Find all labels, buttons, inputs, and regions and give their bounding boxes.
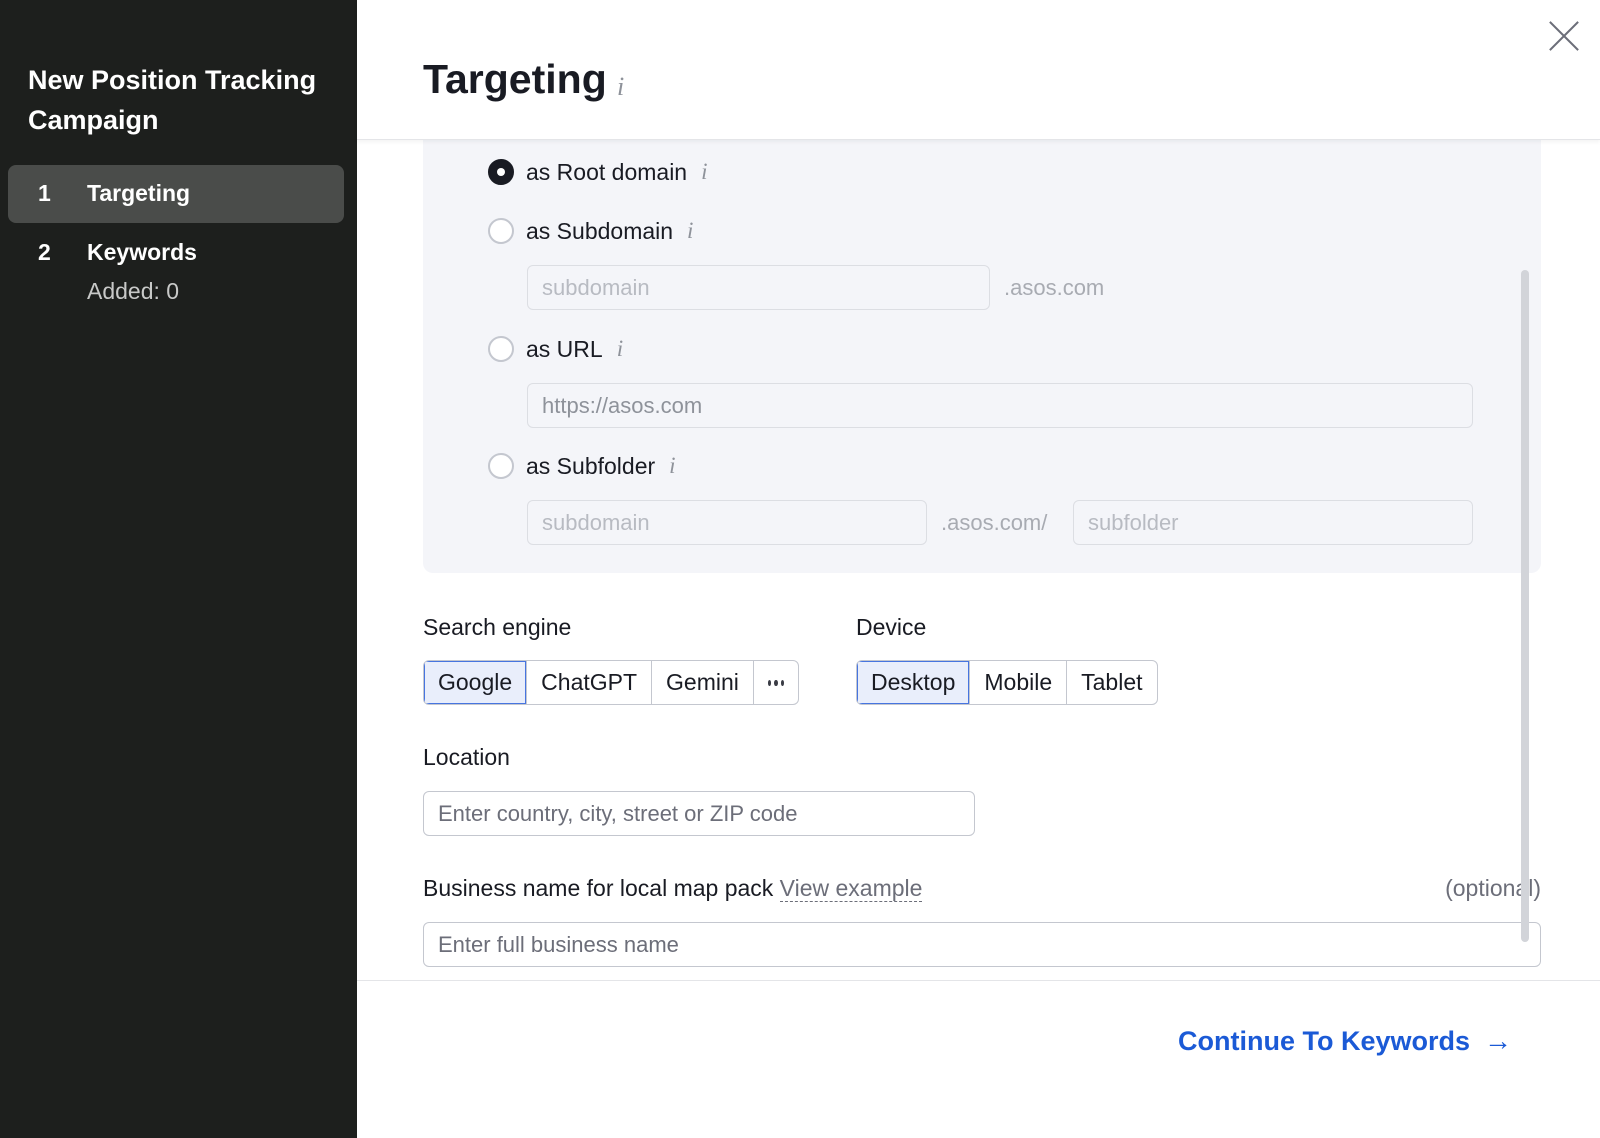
radio-label: as Subfolder bbox=[526, 452, 656, 479]
step-label: Keywords bbox=[87, 239, 197, 265]
device-label: Device bbox=[856, 614, 927, 640]
step-label: Targeting bbox=[87, 180, 191, 206]
info-icon[interactable]: i bbox=[617, 72, 624, 102]
url-input[interactable]: https://asos.com bbox=[527, 383, 1473, 428]
info-icon[interactable]: i bbox=[617, 336, 623, 362]
sidebar-step-keywords[interactable]: 2 Keywords Added: 0 bbox=[8, 224, 344, 304]
sidebar-title: New Position Tracking Campaign bbox=[28, 65, 317, 135]
device-mobile-button[interactable]: Mobile bbox=[970, 661, 1068, 704]
option-subfolder[interactable]: as Subfolder i bbox=[488, 451, 676, 481]
radio-label: as Root domain bbox=[526, 158, 688, 185]
domain-suffix: .asos.com bbox=[1004, 275, 1105, 300]
info-icon[interactable]: i bbox=[687, 218, 693, 244]
search-engine-label: Search engine bbox=[423, 614, 572, 640]
subfolder-subdomain-input[interactable]: subdomain bbox=[527, 500, 927, 545]
engine-chatgpt-button[interactable]: ChatGPT bbox=[527, 661, 653, 704]
radio-label: as URL bbox=[526, 335, 603, 362]
business-name-label: Business name for local map pack View ex… bbox=[423, 875, 923, 902]
close-icon[interactable] bbox=[1545, 16, 1583, 54]
subfolder-input[interactable]: subfolder bbox=[1073, 500, 1473, 545]
radio-subdomain[interactable] bbox=[488, 218, 514, 244]
engine-gemini-button[interactable]: Gemini bbox=[652, 661, 754, 704]
radio-root-domain[interactable] bbox=[488, 159, 514, 185]
scrollbar[interactable] bbox=[1521, 270, 1529, 942]
search-engine-selector: Google ChatGPT Gemini bbox=[423, 660, 799, 705]
location-label: Location bbox=[423, 744, 510, 770]
step-number: 1 bbox=[38, 180, 51, 206]
option-root-domain[interactable]: as Root domain i bbox=[488, 157, 707, 187]
radio-label: as Subdomain bbox=[526, 217, 674, 244]
radio-subfolder[interactable] bbox=[488, 453, 514, 479]
view-example-link[interactable]: View example bbox=[779, 875, 923, 902]
targeting-form: as Root domain i as Subdomain i subdomai… bbox=[357, 140, 1600, 980]
sidebar: New Position Tracking Campaign 1 Targeti… bbox=[0, 0, 357, 1138]
modal-header: Targeting i bbox=[357, 0, 1600, 140]
engine-google-button[interactable]: Google bbox=[424, 661, 528, 704]
device-selector: Desktop Mobile Tablet bbox=[856, 660, 1158, 705]
modal-footer: Continue To Keywords → bbox=[357, 980, 1600, 1138]
info-icon[interactable]: i bbox=[701, 159, 707, 185]
continue-label: Continue To Keywords bbox=[1177, 1025, 1470, 1056]
device-desktop-button[interactable]: Desktop bbox=[857, 661, 971, 704]
radio-url[interactable] bbox=[488, 336, 514, 362]
arrow-right-icon: → bbox=[1484, 1025, 1512, 1056]
continue-to-keywords-button[interactable]: Continue To Keywords → bbox=[1178, 1025, 1512, 1057]
business-name-input[interactable]: Enter full business name bbox=[423, 922, 1541, 967]
sidebar-step-targeting[interactable]: 1 Targeting bbox=[8, 165, 344, 223]
domain-type-panel: as Root domain i as Subdomain i subdomai… bbox=[423, 140, 1541, 573]
location-input[interactable]: Enter country, city, street or ZIP code bbox=[423, 791, 975, 836]
info-icon[interactable]: i bbox=[669, 453, 675, 479]
business-label-text: Business name for local map pack bbox=[423, 875, 774, 901]
page-title: Targeting bbox=[423, 56, 607, 102]
keywords-added-count: Added: 0 bbox=[87, 278, 180, 304]
option-subdomain[interactable]: as Subdomain i bbox=[488, 216, 693, 246]
step-number: 2 bbox=[38, 239, 51, 265]
device-tablet-button[interactable]: Tablet bbox=[1067, 661, 1156, 704]
option-url[interactable]: as URL i bbox=[488, 334, 623, 364]
domain-suffix: .asos.com/ bbox=[941, 510, 1048, 535]
more-options-icon[interactable] bbox=[754, 661, 798, 704]
subdomain-input[interactable]: subdomain bbox=[527, 265, 990, 310]
